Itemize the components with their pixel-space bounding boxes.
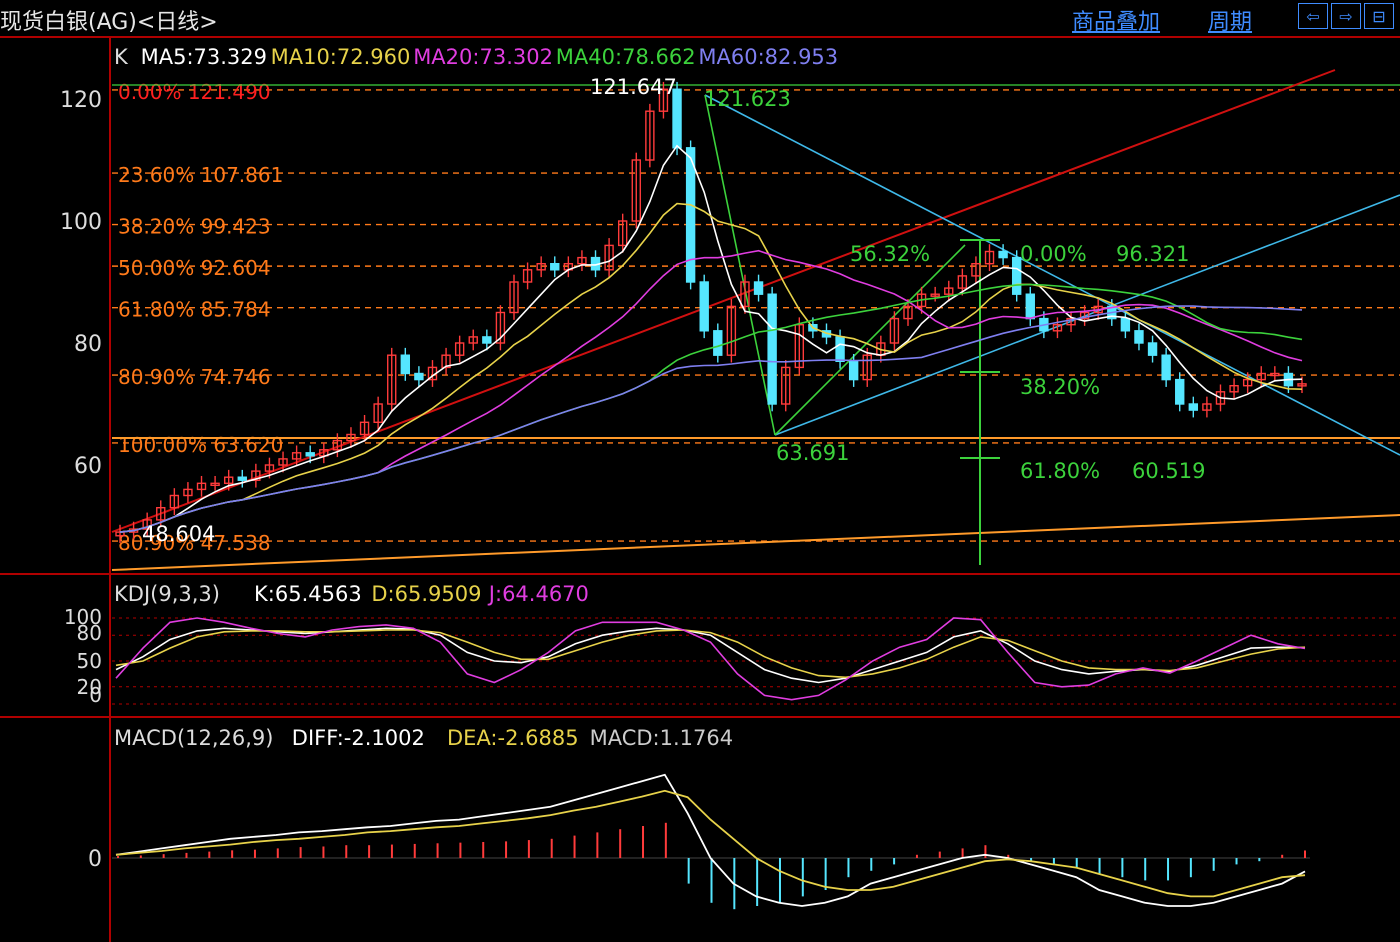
candle-body: [699, 281, 709, 332]
fib-level-label: 80.90% 74.746: [118, 365, 271, 389]
kdj-legend-d: D:65.9509: [371, 582, 481, 606]
candle-body: [1188, 403, 1199, 411]
ma-legend-ma5: MA5:73.329: [141, 45, 267, 69]
chart-annotation: 56.32%: [850, 242, 930, 266]
kdj-tick-label: 0: [89, 683, 102, 707]
chart-annotation: 0.00%: [1020, 242, 1087, 266]
kdj-j-line: [115, 617, 1306, 701]
candle-body: [237, 476, 247, 481]
kdj-legend-k: K:65.4563: [254, 582, 362, 606]
candle-body: [1147, 342, 1158, 356]
fib-level-label: 38.20% 99.423: [118, 215, 271, 239]
chart-annotation: 121.647: [590, 75, 677, 99]
kdj-legend-j: J:64.4670: [487, 582, 589, 606]
candle-body: [1161, 354, 1171, 381]
ma-legend-ma10: MA10:72.960: [271, 45, 411, 69]
candle-body: [835, 336, 845, 362]
candle-body: [550, 263, 560, 271]
candle-body: [767, 293, 777, 405]
fib-level-label: 23.60% 107.861: [118, 163, 283, 187]
chart-annotation: 121.623: [704, 87, 791, 111]
kdj-d-line: [115, 629, 1306, 679]
swing-line-1: [704, 94, 776, 436]
candle-body: [400, 354, 411, 375]
fib-level-label: 0.00% 121.490: [118, 80, 271, 104]
kdj-k-line: [115, 627, 1306, 684]
candle-body: [305, 452, 315, 457]
chart-annotation: 96.321: [1116, 242, 1189, 266]
candle-body: [482, 336, 492, 344]
ma5-line: [119, 144, 1303, 533]
macd-legend-macd: MACD:1.1764: [590, 726, 734, 750]
candle-body: [414, 372, 424, 381]
cyan-up-trend-line: [774, 194, 1400, 436]
price-tick-label: 80: [74, 332, 102, 357]
macd-legend-dea: DEA:-2.6885: [447, 726, 579, 750]
price-tick-label: 120: [60, 88, 102, 113]
long-support-line: [111, 514, 1400, 571]
chart-canvas: 60 80 100 120 0.00% 121.490 23.60% 107.861 38.…: [0, 36, 1400, 942]
macd-legend-prefix: MACD(12,26,9): [114, 726, 274, 750]
candle-body: [1025, 293, 1035, 320]
chart-annotation: 61.80%: [1020, 459, 1100, 483]
chart-annotation: 48.604: [142, 522, 215, 546]
candle-body: [1120, 317, 1131, 332]
ma-legend-ma40: MA40:78.662: [556, 45, 696, 69]
ma60-line: [119, 305, 1303, 533]
fib-level-label: 50.00% 92.604: [118, 256, 271, 280]
fib-level-label: 100.00% 63.620: [118, 433, 283, 457]
price-tick-label: 100: [60, 210, 102, 235]
candle-body: [1175, 378, 1185, 405]
price-tick-label: 60: [74, 454, 102, 479]
chart-annotation: 38.20%: [1020, 375, 1100, 399]
candle-body: [848, 360, 859, 381]
chart-annotation: 63.691: [776, 441, 849, 465]
candle-body: [1134, 330, 1144, 344]
kdj-tick-label: 80: [77, 621, 102, 645]
candle-body: [713, 330, 723, 356]
kdj-tick-label: 50: [77, 649, 102, 673]
kdj-legend-prefix: KDJ(9,3,3): [114, 582, 220, 606]
ma-legend-ma60: MA60:82.953: [698, 45, 838, 69]
candle-body: [753, 281, 764, 295]
macd-tick-label: 0: [88, 847, 102, 872]
chart-annotation: 60.519: [1132, 459, 1205, 483]
fib-level-label: 61.80% 85.784: [118, 298, 271, 322]
candle-body: [998, 250, 1008, 259]
ma-legend-prefix: K: [114, 45, 129, 69]
ma-legend-ma20: MA20:73.302: [413, 45, 553, 69]
macd-legend-diff: DIFF:-2.1002: [292, 726, 425, 750]
candle-body: [685, 147, 696, 283]
